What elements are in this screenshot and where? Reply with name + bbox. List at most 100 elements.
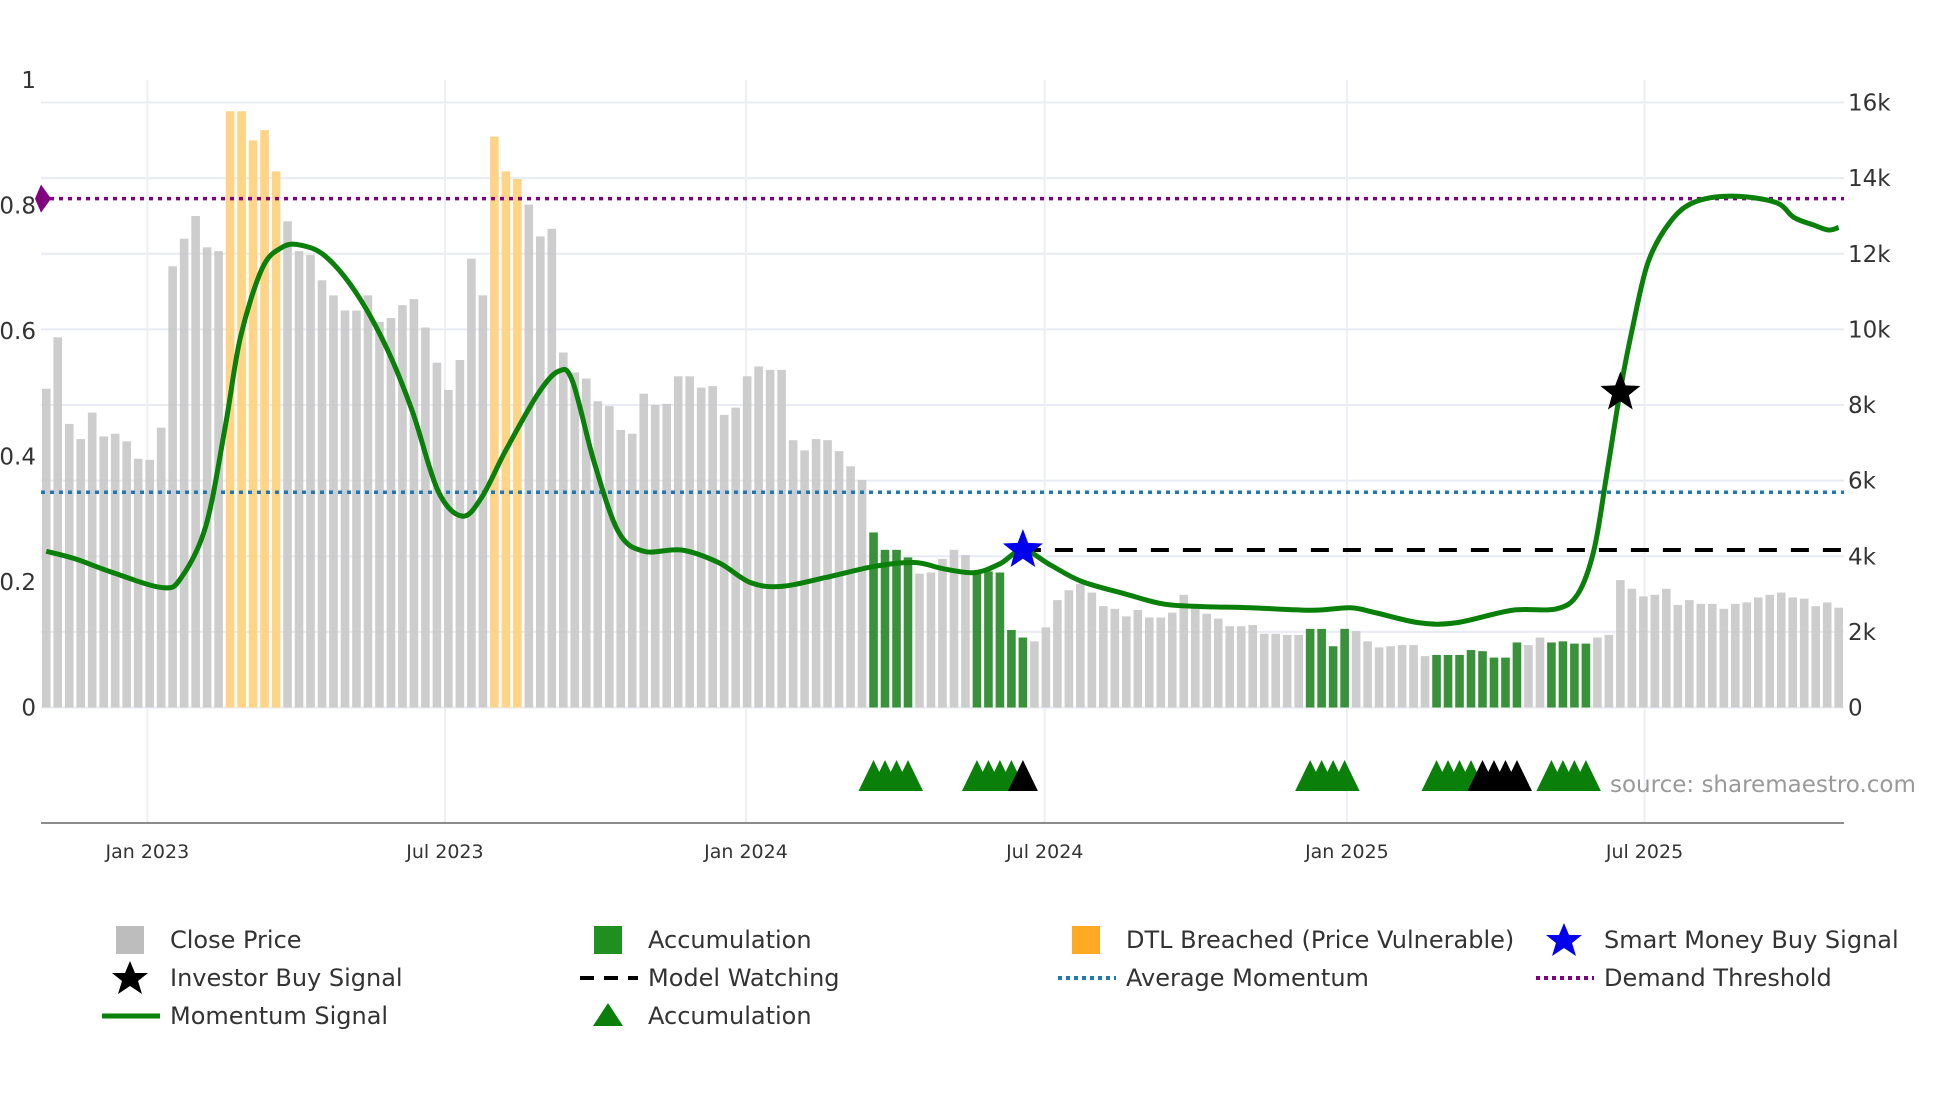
close-price-bar [191, 215, 200, 708]
close-price-bar [536, 236, 545, 708]
close-price-bar [559, 352, 568, 708]
close-price-bar [1524, 645, 1533, 708]
accumulation-bar [1317, 628, 1326, 708]
close-price-bar [1753, 597, 1763, 708]
close-price-bar [1294, 634, 1303, 708]
close-price-bar [1363, 641, 1372, 708]
close-price-bar [41, 388, 51, 708]
x-tick-label: Jul 2023 [405, 841, 483, 863]
accumulation-bar [892, 549, 901, 708]
close-price-bar [1673, 605, 1683, 708]
accumulation-bar [995, 572, 1005, 708]
accumulation-bar [1443, 654, 1453, 708]
close-price-bar [1420, 656, 1430, 708]
close-price-bar [1133, 609, 1143, 708]
close-price-bar [1650, 594, 1660, 708]
close-price-bar [1202, 613, 1212, 708]
close-price-bar [352, 310, 361, 708]
right-tick-label: 0 [1848, 696, 1863, 722]
close-price-bar [1053, 600, 1062, 708]
dtl-bar [501, 171, 511, 708]
close-price-bar [444, 389, 453, 708]
accumulation-bar [984, 571, 993, 708]
left-tick-label: 0.2 [0, 570, 36, 596]
source-label: source: sharemaestro.com [1610, 772, 1916, 798]
close-price-bar [1144, 617, 1154, 708]
close-price-bar [1190, 606, 1200, 708]
close-price-bar [1397, 645, 1407, 708]
close-price-bar [64, 423, 74, 708]
close-price-bar [467, 258, 476, 708]
right-tick-label: 2k [1848, 620, 1877, 646]
accumulation-bar [972, 571, 982, 708]
close-price-bar [834, 451, 844, 708]
close-price-bar [926, 572, 936, 708]
left-tick-label: 0 [21, 696, 36, 722]
close-price-bar [788, 440, 798, 708]
close-price-bar [363, 295, 373, 708]
accumulation-bar [1455, 654, 1464, 708]
close-price-bar [1788, 597, 1798, 708]
close-price-bar [409, 299, 419, 708]
close-price-bar [455, 360, 465, 708]
close-price-bar [1662, 588, 1671, 708]
close-price-bar [156, 427, 166, 708]
close-price-bar [1374, 647, 1384, 708]
close-price-bar [685, 376, 694, 708]
close-price-bar [421, 327, 430, 708]
accumulation-bar [1581, 643, 1591, 708]
x-tick-label: Jul 2025 [1605, 841, 1683, 863]
close-price-bar [1087, 592, 1097, 708]
close-price-bar [1834, 607, 1843, 708]
right-tick-label: 4k [1848, 544, 1877, 570]
right-tick-label: 12k [1848, 242, 1891, 268]
demand-threshold-diamond [35, 184, 51, 213]
close-price-bar [765, 369, 775, 708]
close-price-bar [1248, 625, 1257, 708]
accumulation-bar [1340, 628, 1349, 708]
left-tick-label: 0.4 [0, 445, 36, 471]
right-tick-label: 6k [1848, 469, 1877, 495]
dtl-bar [490, 136, 499, 708]
accumulation-bar [1432, 654, 1441, 708]
close-price-bar [1742, 602, 1752, 708]
close-price-bar [524, 204, 534, 708]
close-price-bar [938, 558, 947, 708]
close-price-bar [857, 479, 867, 708]
close-price-bar [1730, 603, 1740, 708]
dtl-bar [237, 111, 246, 708]
close-price-bar [915, 573, 924, 708]
close-price-bar [1386, 646, 1395, 708]
close-price-bar [1799, 598, 1809, 708]
close-price-bar [1535, 637, 1545, 708]
close-price-bar [1236, 626, 1246, 708]
close-price-bar [1282, 634, 1292, 708]
smart-money-buy-star [1002, 529, 1043, 567]
close-price-bar [1719, 608, 1729, 708]
x-tick-label: Jul 2024 [1005, 841, 1083, 863]
bars [41, 111, 1843, 708]
close-price-bar [742, 376, 752, 708]
accumulation-bar [1570, 643, 1579, 708]
close-price-bar [329, 295, 338, 708]
accumulation-bar [1512, 642, 1522, 708]
close-price-bar [662, 403, 672, 708]
close-price-bar [340, 310, 350, 708]
accumulation-bar [1018, 637, 1028, 708]
right-tick-label: 8k [1848, 393, 1877, 419]
close-price-bar [811, 439, 821, 708]
close-price-bar [1822, 602, 1832, 708]
close-price-bar [1167, 612, 1177, 708]
x-tick-label: Jan 2023 [105, 841, 190, 863]
accumulation-bar [1328, 646, 1338, 708]
close-price-bar [87, 412, 97, 708]
close-price-bar [547, 228, 557, 708]
close-price-bar [1409, 645, 1418, 708]
left-tick-label: 1 [21, 68, 36, 94]
close-price-bar [604, 406, 614, 708]
right-tick-label: 14k [1848, 166, 1891, 192]
close-price-bar [1708, 603, 1717, 708]
close-price-bar [179, 238, 189, 708]
close-price-bar [570, 372, 580, 708]
close-price-bar [1259, 633, 1269, 708]
